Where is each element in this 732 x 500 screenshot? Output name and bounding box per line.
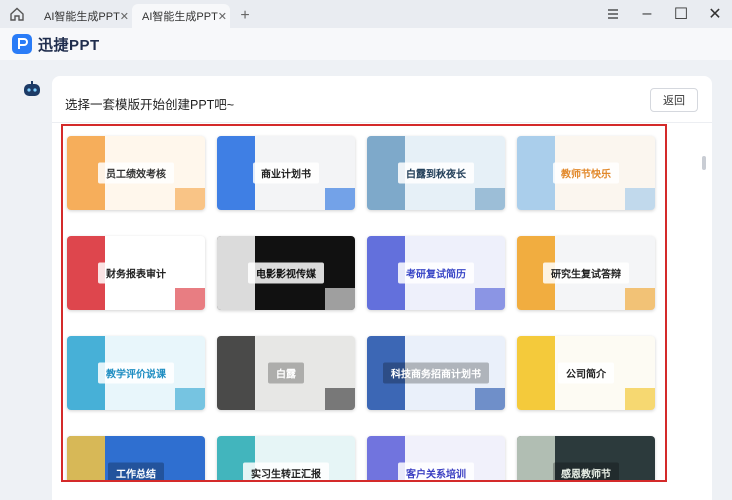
template-card[interactable]: 教学评价说课 [67, 336, 205, 410]
restore-button[interactable]: ☐ [664, 0, 698, 28]
template-accent [475, 288, 505, 310]
template-accent [67, 436, 105, 480]
template-card[interactable]: 客户关系培训 [367, 436, 505, 480]
brand-bar: 迅捷PPT [0, 28, 732, 60]
home-icon [10, 7, 24, 21]
template-card[interactable]: 研究生复试答辩 [517, 236, 655, 310]
tab-label: AI智能生成PPT [142, 11, 218, 23]
template-accent [175, 288, 205, 310]
minimize-button[interactable]: – [630, 0, 664, 28]
template-title: 员工绩效考核 [98, 162, 174, 184]
template-accent [625, 288, 655, 310]
template-title: 考研复试简历 [398, 262, 474, 284]
template-panel: 选择一套模版开始创建PPT吧~ 返回 员工绩效考核 商业计划书 白露到秋夜长 教师节快… [52, 76, 712, 500]
tab-ai-ppt-2[interactable]: AI智能生成PPT ✕ [132, 4, 230, 28]
template-title: 教师节快乐 [553, 162, 619, 184]
tab-ai-ppt-1[interactable]: AI智能生成PPT ✕ [34, 4, 130, 28]
template-title: 商业计划书 [253, 162, 319, 184]
template-card[interactable]: 员工绩效考核 [67, 136, 205, 210]
template-card[interactable]: 白露到秋夜长 [367, 136, 505, 210]
template-card[interactable]: 商业计划书 [217, 136, 355, 210]
home-button[interactable] [0, 0, 34, 28]
template-title: 白露 [268, 362, 304, 384]
template-title: 工作总结 [108, 462, 164, 480]
template-accent [217, 136, 255, 210]
template-card[interactable]: 财务报表审计 [67, 236, 205, 310]
scrollbar[interactable] [702, 156, 706, 170]
template-card[interactable]: 工作总结 [67, 436, 205, 480]
template-card[interactable]: 感恩教师节 [517, 436, 655, 480]
template-title: 白露到秋夜长 [398, 162, 474, 184]
close-window-button[interactable]: ✕ [698, 0, 732, 28]
template-card[interactable]: 公司简介 [517, 336, 655, 410]
menu-icon [608, 9, 618, 19]
template-title: 电影影视传媒 [248, 262, 324, 284]
template-card[interactable]: 实习生转正汇报 [217, 436, 355, 480]
brand-logo-icon [12, 34, 32, 54]
template-accent [625, 388, 655, 410]
template-title: 教学评价说课 [98, 362, 174, 384]
tab-close-icon[interactable]: ✕ [218, 10, 227, 23]
tab-label: AI智能生成PPT [44, 11, 120, 23]
template-title: 客户关系培训 [398, 462, 474, 480]
template-card[interactable]: 考研复试简历 [367, 236, 505, 310]
new-tab-button[interactable]: + [232, 4, 258, 28]
template-accent [325, 288, 355, 310]
template-accent [175, 388, 205, 410]
template-card[interactable]: 电影影视传媒 [217, 236, 355, 310]
template-card[interactable]: 科技商务招商计划书 [367, 336, 505, 410]
template-title: 实习生转正汇报 [243, 462, 329, 480]
template-title: 公司简介 [558, 362, 614, 384]
template-grid: 员工绩效考核 商业计划书 白露到秋夜长 教师节快乐财务报表审计 电影影视传媒 考研复试简历… [61, 124, 667, 482]
template-accent [517, 136, 555, 210]
window-controls: – ☐ ✕ [596, 0, 732, 28]
panel-title: 选择一套模版开始创建PPT吧~ [65, 98, 235, 112]
divider [52, 122, 712, 123]
back-button[interactable]: 返回 [650, 88, 698, 112]
template-accent [517, 436, 555, 480]
template-title: 财务报表审计 [98, 262, 174, 284]
template-accent [475, 388, 505, 410]
template-accent [217, 336, 255, 410]
template-title: 研究生复试答辩 [543, 262, 629, 284]
template-accent [475, 188, 505, 210]
template-card[interactable]: 教师节快乐 [517, 136, 655, 210]
template-accent [175, 188, 205, 210]
tab-close-icon[interactable]: ✕ [120, 10, 129, 23]
brand-name: 迅捷PPT [38, 36, 100, 54]
template-accent [517, 336, 555, 410]
menu-button[interactable] [596, 0, 630, 28]
template-accent [325, 188, 355, 210]
template-card[interactable]: 白露 [217, 336, 355, 410]
template-accent [325, 388, 355, 410]
template-accent [625, 188, 655, 210]
template-title: 科技商务招商计划书 [383, 362, 489, 384]
assistant-bot-icon [24, 81, 40, 96]
template-title: 感恩教师节 [553, 462, 619, 480]
